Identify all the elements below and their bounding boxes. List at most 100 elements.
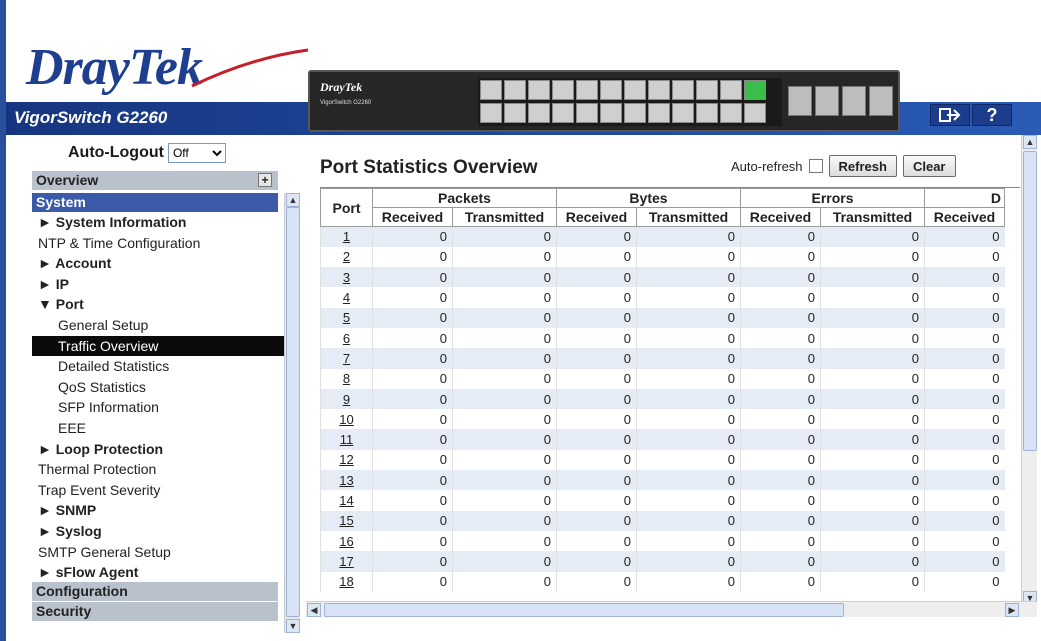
port-link[interactable]: 10 [339, 412, 353, 427]
scroll-down-icon[interactable]: ▼ [286, 619, 300, 633]
port-cell: 3 [320, 267, 373, 288]
stat-value-cell: 0 [556, 490, 637, 511]
stat-value-cell: 0 [452, 490, 557, 511]
sidebar-item[interactable]: SFP Information [32, 397, 292, 418]
port-statistics-table-container: Port Packets Bytes Errors D Received Tra… [320, 187, 1020, 599]
nav-section-overview[interactable]: Overview + [32, 171, 278, 190]
draytek-logo: DrayTek [26, 42, 203, 94]
stat-value-cell: 0 [556, 287, 637, 308]
table-row: 12 0 0 0 0 0 0 0 [320, 449, 1005, 471]
port-cell: 14 [320, 490, 373, 511]
stat-value-cell: 0 [452, 510, 557, 531]
port-link[interactable]: 5 [343, 310, 350, 325]
port-cell: 9 [320, 388, 373, 410]
stat-value-cell: 0 [636, 287, 741, 308]
column-header-port: Port [320, 188, 373, 227]
port-link[interactable]: 6 [343, 331, 350, 346]
stat-value-cell: 0 [636, 409, 741, 430]
sidebar-item[interactable]: QoS Statistics [32, 377, 292, 398]
scroll-left-icon[interactable]: ◀ [307, 603, 321, 617]
port-link[interactable]: 11 [340, 432, 354, 447]
scrollbar-thumb[interactable] [1023, 151, 1037, 451]
port-link[interactable]: 7 [343, 351, 350, 366]
content-horizontal-scrollbar[interactable]: ◀ ▶ [306, 601, 1037, 617]
port-link[interactable]: 17 [339, 554, 353, 569]
stat-value-cell: 0 [372, 470, 453, 491]
sidebar-item[interactable]: Trap Event Severity [32, 480, 292, 501]
port-link[interactable]: 9 [343, 392, 350, 407]
table-row: 50000000 [320, 307, 1005, 328]
sidebar-item[interactable]: ► System Information [32, 212, 292, 233]
nav-section-security[interactable]: Security [32, 602, 278, 621]
page-title: Port Statistics Overview [320, 157, 538, 178]
stat-value-cell: 0 [556, 246, 637, 268]
stat-value-cell: 0 [452, 388, 557, 410]
scroll-up-icon[interactable]: ▲ [286, 193, 300, 207]
sidebar-item[interactable]: ► Account [32, 253, 292, 274]
scrollbar-thumb[interactable] [324, 603, 844, 617]
stat-value-cell: 0 [820, 368, 925, 389]
port-link[interactable]: 2 [343, 249, 350, 264]
sidebar-item[interactable]: NTP & Time Configuration [32, 233, 292, 254]
stat-value-cell: 0 [372, 246, 453, 268]
logout-arrow-icon[interactable] [930, 104, 970, 126]
stat-value-cell: 0 [556, 388, 637, 410]
clear-button[interactable]: Clear [902, 155, 956, 177]
port-link[interactable]: 14 [339, 493, 353, 508]
sidebar-item[interactable]: SMTP General Setup [32, 542, 292, 563]
panel-port [504, 80, 526, 100]
panel-port-grid [478, 78, 782, 126]
port-link[interactable]: 15 [339, 513, 353, 528]
panel-port [480, 80, 502, 100]
scrollbar-thumb[interactable] [286, 207, 300, 617]
stat-value-cell: 0 [740, 327, 821, 349]
stat-value-cell: 0 [636, 510, 741, 531]
port-link[interactable]: 3 [343, 270, 350, 285]
stat-value-cell: 0 [556, 409, 637, 430]
scroll-up-icon[interactable]: ▲ [1023, 135, 1037, 149]
sidebar-item[interactable]: ► sFlow Agent [32, 562, 292, 583]
content-vertical-scrollbar[interactable]: ▲ ▼ [1021, 135, 1037, 605]
port-link[interactable]: 18 [339, 574, 353, 589]
stat-value-cell: 0 [452, 327, 557, 349]
stat-value-cell: 0 [372, 348, 453, 369]
sidebar-item[interactable]: ► Syslog [32, 521, 292, 542]
panel-port [552, 80, 574, 100]
sidebar-item[interactable]: Traffic Overview [32, 335, 292, 357]
port-link[interactable]: 8 [343, 371, 350, 386]
stat-value-cell: 0 [556, 571, 637, 592]
expand-plus-icon[interactable]: + [258, 173, 272, 187]
table-row: 70000000 [320, 348, 1005, 369]
panel-port [528, 80, 550, 100]
sidebar-item[interactable]: ▼ Port [32, 294, 292, 315]
sidebar-item[interactable]: ► IP [32, 274, 292, 295]
auto-refresh-checkbox[interactable] [808, 159, 823, 173]
sidebar-item[interactable]: EEE [32, 418, 292, 439]
sidebar-item[interactable]: Detailed Statistics [32, 356, 292, 377]
stat-value-cell: 0 [372, 409, 453, 430]
port-link[interactable]: 13 [339, 473, 353, 488]
stat-value-cell: 0 [924, 348, 1005, 369]
sidebar-item[interactable]: ► Loop Protection [32, 439, 292, 460]
refresh-button[interactable]: Refresh [828, 155, 897, 177]
auto-logout-select[interactable]: Off [167, 143, 226, 163]
sidebar-item[interactable]: General Setup [32, 315, 292, 336]
table-row: 14 0 0 0 0 0 0 0 [320, 490, 1005, 511]
stat-value-cell: 0 [372, 490, 453, 511]
help-question-icon[interactable]: ? [972, 104, 1012, 126]
stat-value-cell: 0 [452, 571, 557, 592]
port-link[interactable]: 16 [339, 534, 353, 549]
stat-value-cell: 0 [452, 225, 557, 247]
nav-section-configuration[interactable]: Configuration [32, 582, 278, 601]
stat-value-cell: 0 [372, 225, 453, 247]
nav-section-system[interactable]: System [32, 193, 278, 212]
port-link[interactable]: 1 [343, 229, 350, 244]
sidebar-item[interactable]: ► SNMP [32, 500, 292, 521]
stat-value-cell: 0 [452, 368, 557, 389]
scroll-right-icon[interactable]: ▶ [1005, 603, 1019, 617]
app-window: DrayTek VigorSwitch G2260 DrayTek VigorS… [0, 0, 1041, 641]
sidebar-scrollbar[interactable]: ▲ ▼ [284, 193, 300, 633]
port-link[interactable]: 4 [343, 290, 350, 305]
sidebar-item[interactable]: Thermal Protection [32, 459, 292, 480]
port-link[interactable]: 12 [339, 452, 353, 467]
